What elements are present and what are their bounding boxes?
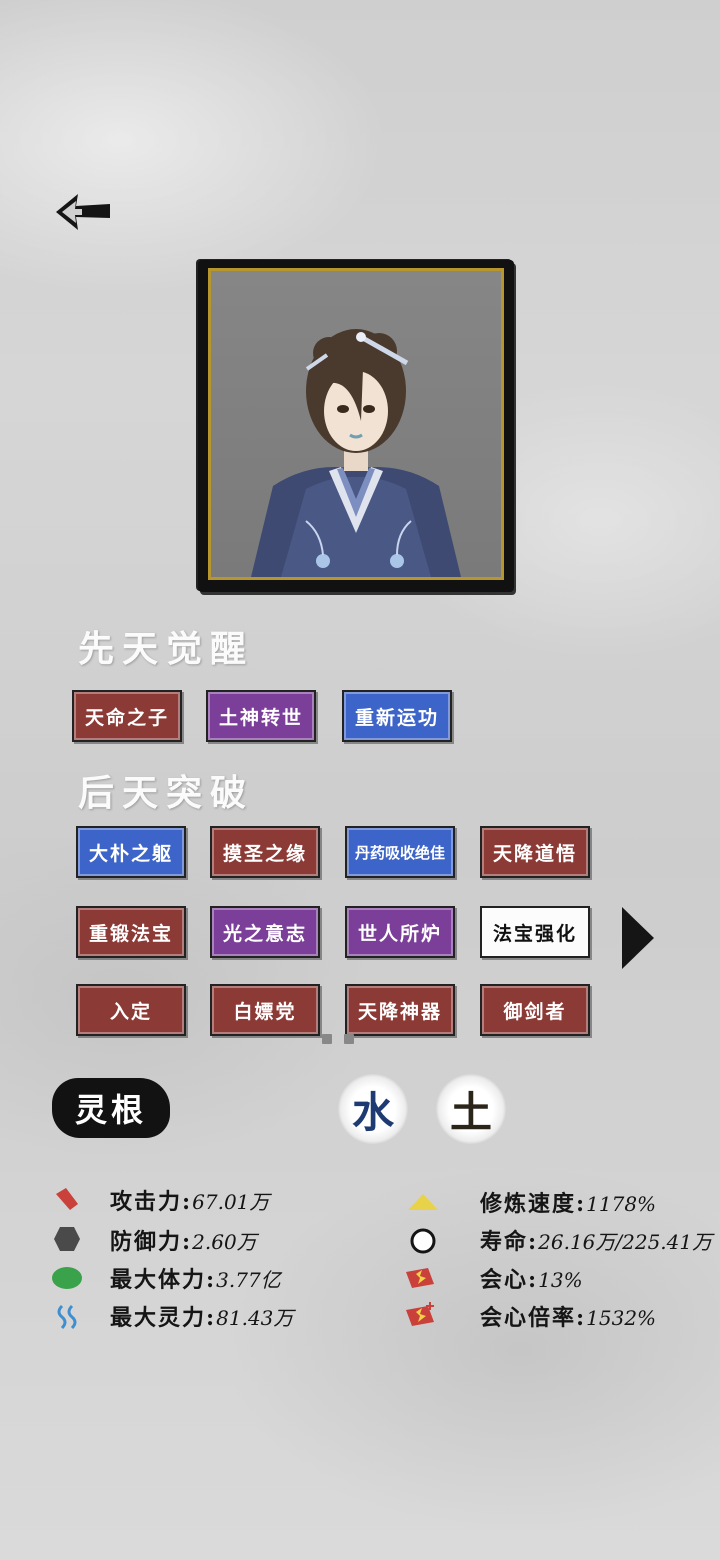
acquired-tag-1[interactable]: 大朴之躯 (76, 826, 186, 878)
innate-awakening-title: 先天觉醒 (78, 628, 255, 670)
health-icon (50, 1262, 82, 1292)
spirit-root-earth: 土 (436, 1074, 506, 1144)
acquired-tag-2[interactable]: 摸圣之缘 (210, 826, 320, 878)
innate-tag-3[interactable]: 重新运功 (342, 690, 452, 742)
character-portrait (208, 268, 504, 580)
stat-defense: 防御力:2.60万 (110, 1229, 257, 1255)
innate-tag-2[interactable]: 土神转世 (206, 690, 316, 742)
acquired-tag-9[interactable]: 入定 (76, 984, 186, 1036)
acquired-tag-6[interactable]: 光之意志 (210, 906, 320, 958)
next-page-arrow-icon[interactable] (620, 905, 656, 971)
acquired-tag-5[interactable]: 重锻法宝 (76, 906, 186, 958)
stat-cultivation-speed: 修炼速度:1178% (480, 1191, 657, 1217)
character-portrait-frame (198, 260, 514, 592)
spirit-root-badge: 灵根 (52, 1078, 170, 1138)
acquired-tag-7[interactable]: 世人所炉 (345, 906, 455, 958)
stat-crit-multiplier: 会心倍率:1532% (480, 1305, 657, 1331)
crit-icon (402, 1262, 434, 1292)
stat-attack: 攻击力:67.01万 (110, 1189, 270, 1215)
stat-max-health: 最大体力:3.77亿 (110, 1267, 281, 1293)
innate-tag-1[interactable]: 天命之子 (72, 690, 182, 742)
defense-icon (52, 1224, 82, 1254)
acquired-tag-3[interactable]: 丹药吸收绝佳 (345, 826, 455, 878)
acquired-breakthrough-title: 后天突破 (78, 772, 255, 814)
cultivation-speed-icon (406, 1190, 438, 1220)
stat-max-spirit: 最大灵力:81.43万 (110, 1305, 294, 1331)
acquired-tag-10[interactable]: 白嫖党 (210, 984, 320, 1036)
page-indicator-dot-2 (344, 1034, 354, 1044)
attack-icon (52, 1184, 82, 1214)
spirit-icon (52, 1302, 82, 1332)
stat-lifespan: 寿命:26.16万/225.41万 (480, 1229, 713, 1255)
acquired-tag-8[interactable]: 法宝强化 (480, 906, 590, 958)
acquired-tag-11[interactable]: 天降神器 (345, 984, 455, 1036)
acquired-tag-12[interactable]: 御剑者 (480, 984, 590, 1036)
crit-multiplier-icon (402, 1300, 434, 1330)
page-indicator-dot-1 (322, 1034, 332, 1044)
stat-crit: 会心:13% (480, 1267, 583, 1293)
acquired-tag-4[interactable]: 天降道悟 (480, 826, 590, 878)
back-arrow-icon[interactable] (52, 190, 114, 234)
spirit-root-water: 水 (338, 1074, 408, 1144)
lifespan-icon (408, 1226, 438, 1256)
